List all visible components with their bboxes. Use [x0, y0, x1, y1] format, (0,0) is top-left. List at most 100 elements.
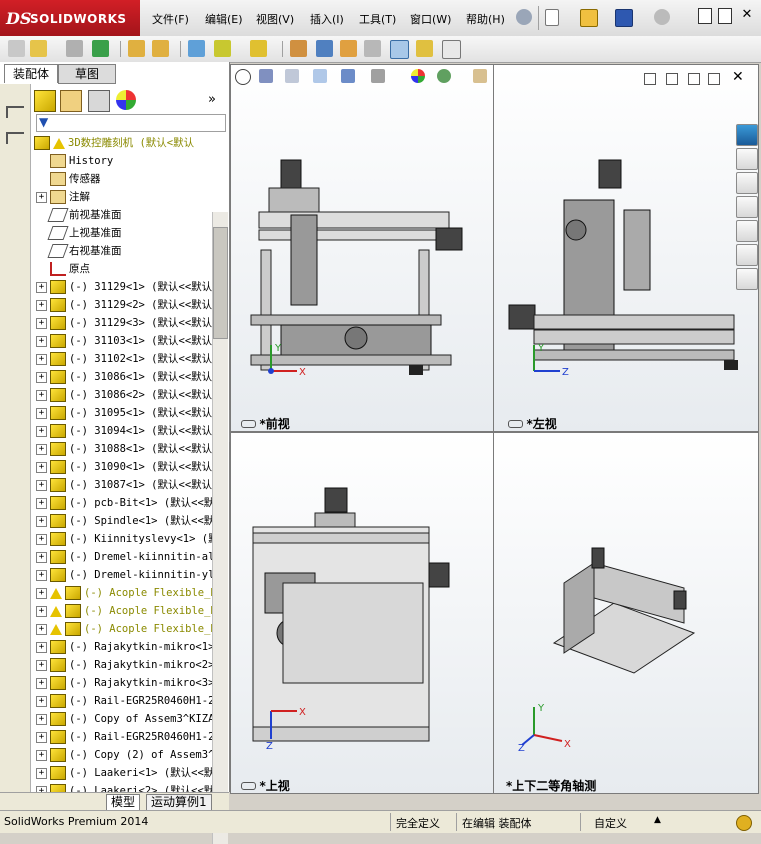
show-hidden-components-icon[interactable]: [188, 40, 205, 57]
feature-manager-tab-icon[interactable]: [34, 90, 56, 112]
expand-toggle[interactable]: +: [36, 677, 47, 689]
display-style-icon[interactable]: [371, 69, 385, 83]
expand-toggle[interactable]: +: [36, 371, 47, 383]
solidworks-logo[interactable]: DS SOLIDWORKS: [0, 0, 140, 36]
expand-toggle[interactable]: +: [36, 281, 47, 293]
expand-toggle[interactable]: +: [36, 623, 47, 635]
file-explorer-icon[interactable]: [736, 196, 758, 218]
tree-item[interactable]: + (-) Laakeri<1> (默认<<默: [36, 764, 214, 782]
view-orientation-icon[interactable]: [341, 69, 355, 83]
menu-view[interactable]: 视图(V): [256, 11, 294, 27]
reference-geometry-icon[interactable]: [250, 40, 267, 57]
help-icon[interactable]: [654, 9, 670, 25]
edit-appearance-icon[interactable]: [411, 69, 425, 83]
tree-item[interactable]: + (-) 31129<3> (默认<<默认: [36, 314, 212, 332]
units-selector[interactable]: 自定义: [594, 815, 627, 831]
tree-item[interactable]: + (-) pcb-Bit<1> (默认<<默: [36, 494, 214, 512]
custom-properties-icon[interactable]: [736, 268, 758, 290]
property-manager-tab-icon[interactable]: [60, 90, 82, 112]
restore-button[interactable]: [718, 8, 732, 24]
tree-item[interactable]: + 注解: [36, 188, 90, 206]
new-document-icon[interactable]: [545, 9, 559, 26]
tree-item[interactable]: + (-) Copy (2) of Assem3^I: [36, 746, 221, 764]
tab-assembly[interactable]: 装配体: [4, 64, 58, 83]
viewport-minimize-icon[interactable]: [688, 73, 700, 85]
expand-tabs-icon[interactable]: »: [208, 92, 216, 107]
solidworks-resources-icon[interactable]: [736, 124, 758, 146]
link-views-icon[interactable]: [241, 782, 256, 790]
design-library-icon[interactable]: [736, 172, 758, 194]
move-component-icon[interactable]: [152, 40, 169, 57]
units-dropdown-icon[interactable]: ▲: [654, 815, 661, 825]
bill-of-materials-icon[interactable]: [316, 40, 333, 57]
sketch-tool-icon[interactable]: [6, 106, 24, 118]
apply-scene-icon[interactable]: [437, 69, 451, 83]
expand-toggle[interactable]: +: [36, 425, 47, 437]
rebuild-status-icon[interactable]: [736, 815, 752, 831]
tree-scrollbar-thumb[interactable]: [213, 227, 228, 339]
tree-item[interactable]: + (-) Acople Flexible_B: [36, 620, 217, 638]
view-settings-icon[interactable]: [473, 69, 487, 83]
expand-toggle[interactable]: +: [36, 407, 47, 419]
viewport-close-icon[interactable]: ✕: [732, 69, 744, 85]
expand-toggle[interactable]: +: [36, 497, 47, 509]
interference-detection-icon[interactable]: [390, 40, 409, 59]
tree-item[interactable]: 前视基准面: [36, 206, 122, 224]
expand-toggle[interactable]: +: [36, 641, 47, 653]
tree-item[interactable]: + (-) Dremel-kiinnitin-ala: [36, 548, 221, 566]
zoom-to-fit-icon[interactable]: [235, 69, 251, 85]
tree-item[interactable]: + (-) Copy of Assem3^KIZA: [36, 710, 214, 728]
expand-toggle[interactable]: +: [36, 713, 47, 725]
tree-item[interactable]: + (-) Rajakytkin-mikro<3>: [36, 674, 214, 692]
viewport-maximize-icon[interactable]: [708, 73, 720, 85]
viewport-front[interactable]: Y X *前视: [230, 64, 494, 432]
tree-item[interactable]: + (-) Spindle<1> (默认<<默: [36, 512, 214, 530]
smart-dimension-icon[interactable]: [6, 132, 24, 144]
save-icon[interactable]: [615, 9, 633, 27]
previous-view-icon[interactable]: [285, 69, 299, 83]
smart-fasteners-icon[interactable]: [128, 40, 145, 57]
tree-item[interactable]: + (-) 31087<1> (默认<<默认: [36, 476, 212, 494]
expand-toggle[interactable]: +: [36, 479, 47, 491]
instant3d-icon[interactable]: [364, 40, 381, 57]
expand-toggle[interactable]: +: [36, 605, 47, 617]
tree-item[interactable]: + (-) 31129<2> (默认<<默认: [36, 296, 212, 314]
expand-toggle[interactable]: +: [36, 443, 47, 455]
viewport-split-horizontal-icon[interactable]: [644, 73, 656, 85]
tree-item[interactable]: + (-) Rajakytkin-mikro<2>: [36, 656, 214, 674]
viewport-trimetric[interactable]: Y X Z *上下二等角轴测: [493, 432, 759, 794]
viewport-left[interactable]: ✕ Y Z *左视: [493, 64, 759, 432]
menu-edit[interactable]: 编辑(E): [205, 11, 243, 27]
tab-sketch[interactable]: 草图: [58, 64, 116, 84]
expand-toggle[interactable]: +: [36, 533, 47, 545]
tree-item[interactable]: + (-) Rail-EGR25R0460H1-20: [36, 692, 221, 710]
snapshot-icon[interactable]: [442, 40, 461, 59]
tree-item[interactable]: + (-) 31129<1> (默认<<默认: [36, 278, 212, 296]
minimize-button[interactable]: [698, 8, 712, 24]
expand-toggle[interactable]: +: [36, 731, 47, 743]
menu-help[interactable]: 帮助(H): [466, 11, 505, 27]
expand-toggle[interactable]: +: [36, 317, 47, 329]
tree-item[interactable]: + (-) Acople Flexible_B: [36, 584, 217, 602]
close-icon[interactable]: ✕: [740, 8, 754, 22]
view-palette-icon[interactable]: [736, 220, 758, 242]
expand-toggle[interactable]: +: [36, 767, 47, 779]
tree-item[interactable]: 上视基准面: [36, 224, 122, 242]
tree-item[interactable]: 右视基准面: [36, 242, 122, 260]
tree-item[interactable]: + (-) Dremel-kiinnitin-yl: [36, 566, 214, 584]
tree-item[interactable]: + (-) 31086<2> (默认<<默认: [36, 386, 212, 404]
pin-icon[interactable]: [516, 9, 532, 25]
section-view-icon[interactable]: [313, 69, 327, 83]
tree-item[interactable]: + (-) Rail-EGR25R0460H1-20: [36, 728, 221, 746]
expand-toggle[interactable]: +: [36, 551, 47, 563]
tree-item[interactable]: History: [36, 152, 113, 170]
menu-file[interactable]: 文件(F): [152, 11, 189, 27]
expand-toggle[interactable]: +: [36, 353, 47, 365]
tree-item[interactable]: + (-) 31086<1> (默认<<默认: [36, 368, 212, 386]
expand-toggle[interactable]: +: [36, 749, 47, 761]
exploded-view-icon[interactable]: [340, 40, 357, 57]
isometric-view-model[interactable]: [534, 543, 704, 693]
tree-item[interactable]: + (-) 31103<1> (默认<<默认: [36, 332, 212, 350]
tab-model[interactable]: 模型: [106, 794, 141, 811]
link-views-icon[interactable]: [508, 420, 523, 428]
